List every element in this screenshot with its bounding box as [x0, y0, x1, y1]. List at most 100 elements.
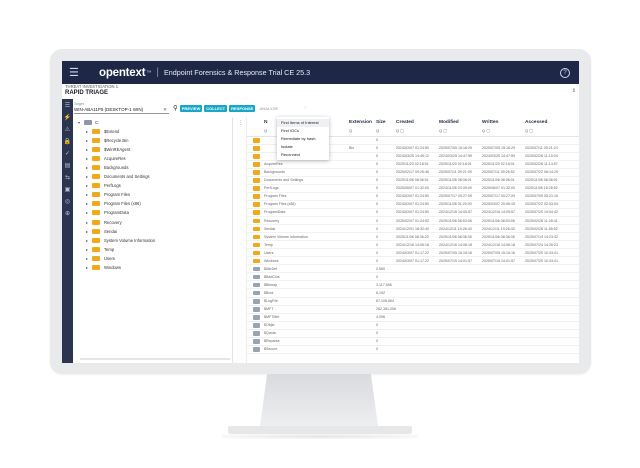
table-row[interactable]: $MFTMirr 4,096	[247, 314, 579, 322]
cell-written: 2025/06/07 01:32:00	[482, 186, 515, 191]
tree-root[interactable]: ▾ C:	[78, 118, 99, 126]
table-row[interactable]: Program Files 0 2024/03/07 01:24:50 2025/07…	[247, 193, 579, 201]
table-row[interactable]: $Secure 0	[247, 346, 579, 354]
collect-button[interactable]: COLLECT	[204, 104, 228, 112]
tree-item[interactable]: ▸ Backgrounds	[86, 163, 128, 171]
table-row[interactable]: Users 0 2024/03/07 01:17:22 2025/07/05 15:1…	[247, 250, 579, 258]
column-header-2[interactable]: Size	[376, 120, 386, 125]
table-row[interactable]: Backgrounds 0 2025/02/17 09:26:46 2025/07/1…	[247, 169, 579, 177]
menu-item[interactable]: Find IOCs	[277, 127, 329, 135]
tree-item[interactable]: ▸ Temp	[86, 245, 114, 253]
cell-modified: 2025/07/15 14:01:57	[439, 258, 472, 263]
table-row[interactable]: $Objid 0	[247, 322, 579, 330]
tree-item[interactable]: ▸ Users	[86, 254, 115, 262]
cell-created: 2025/06/07 01:32:00	[396, 186, 429, 191]
table-row[interactable]: $Boot 8,192	[247, 290, 579, 298]
column-header-6[interactable]: Accessed	[525, 120, 547, 125]
tree-item[interactable]: ▸ $WinREAgent	[86, 145, 130, 153]
tree-item[interactable]: ▸ AcquireRes	[86, 154, 126, 162]
folder-icon	[253, 242, 260, 248]
table-row[interactable]: $AttrDef 2,560	[247, 266, 579, 274]
tree-item[interactable]: ▸ Program Files (x86)	[86, 200, 141, 208]
cell-name: $Reparse	[264, 339, 280, 344]
table-row[interactable]: System Volume Information 0 2025/11/06 08:…	[247, 234, 579, 242]
column-filter-2[interactable]: Q	[376, 128, 379, 133]
table-row[interactable]: Temp 0 2024/12/16 14:06:18 2024/12/16 14:06…	[247, 242, 579, 250]
table-row[interactable]: Sendai 0 2024/12/01 18:32:40 2024/12/11 19:…	[247, 226, 579, 234]
table-row[interactable]: Program Files (x86) 0 2024/03/07 01:24:50 2…	[247, 201, 579, 209]
column-filter-4[interactable]: Q ▢	[439, 128, 447, 133]
clear-icon[interactable]: ✕	[163, 107, 167, 113]
table-row[interactable]: PerfLogs 0 2025/06/07 01:32:00 2024/11/06 0…	[247, 185, 579, 193]
target-select[interactable]: Target WIN-ABA11P5 (DESKTOP-1 WIN) ✕	[74, 102, 169, 114]
tree-item[interactable]: ▸ Program Files	[86, 191, 130, 199]
rail-icon[interactable]: ✓	[65, 151, 70, 158]
cell-name: $LogFile	[264, 299, 278, 303]
column-filter-0[interactable]: Q	[264, 128, 267, 133]
cell-written: 2025/07/17 00:27:09	[482, 194, 515, 199]
folder-icon	[253, 170, 260, 175]
tree-item-label: Program Files	[104, 192, 131, 198]
table-row[interactable]: $Quota 0	[247, 330, 579, 338]
cell-size: 0	[376, 210, 378, 215]
folder-icon	[253, 194, 260, 199]
table-row[interactable]: $BadClus 0	[247, 274, 579, 282]
table-row[interactable]: ProgramData 0 2024/03/07 01:24:50 2024/12/1…	[247, 209, 579, 218]
hamburger-menu-icon[interactable]: ☰	[69, 66, 87, 79]
column-header-5[interactable]: Written	[482, 120, 498, 125]
table-row[interactable]: $Bitmap 3,117,696	[247, 282, 579, 290]
rail-icon[interactable]: ▣	[65, 187, 71, 194]
help-icon[interactable]: ?	[560, 67, 570, 78]
column-header-4[interactable]: Modified	[439, 120, 459, 125]
column-filter-1[interactable]: Q	[349, 128, 352, 133]
table-row[interactable]: AcquireRes 0 2025/11/20 02:18:01 2025/11/20…	[247, 161, 579, 169]
table-row[interactable]: Recovery 0 2025/02/07 01:24:52 2025/11/06 0…	[247, 218, 579, 226]
preview-button[interactable]: PREVIEW	[179, 104, 203, 112]
tree-item[interactable]: ▸ PerfLogs	[86, 182, 121, 190]
tree-item[interactable]: ▸ $Extend	[86, 127, 119, 135]
menu-item[interactable]: Reconnect	[277, 150, 329, 158]
rail-icon[interactable]: ⚡	[64, 115, 71, 122]
rail-icon[interactable]: ⇆	[65, 175, 70, 182]
tree-item[interactable]: ▸ Recovery	[86, 218, 122, 226]
cell-written: 2025/11/06 08:36:01	[482, 178, 515, 183]
table-row[interactable]: Windows 0 2024/03/07 01:17:22 2025/07/15 14…	[247, 258, 579, 266]
column-header-1[interactable]: Extension	[349, 120, 372, 125]
rail-icon[interactable]: ⊕	[65, 211, 70, 218]
cell-created: 2025/11/06 08:36:01	[396, 178, 429, 183]
tree-item[interactable]: ▸ Sendai	[86, 227, 117, 235]
analyze-button[interactable]: ANALYZE	[257, 105, 280, 112]
tree-item[interactable]: ▸ $Recycle.Bin	[86, 136, 128, 144]
search-icon[interactable]: ⚲	[173, 104, 178, 112]
column-filter-5[interactable]: Q ▢	[482, 128, 490, 133]
column-filter-6[interactable]: Q ▢	[525, 128, 533, 133]
response-button[interactable]: RESPONSE	[229, 104, 256, 112]
rail-icon[interactable]: ☰	[65, 103, 70, 110]
cell-size: 0	[376, 331, 378, 336]
cell-size: 0	[376, 178, 378, 183]
tree-item[interactable]: ▸ Documents and Settings	[86, 173, 150, 181]
rail-icon[interactable]: 🔒	[64, 139, 71, 146]
rail-icon[interactable]: ⚠	[65, 127, 70, 134]
column-filter-3[interactable]: Q ▢	[396, 128, 404, 133]
rail-icon[interactable]: ▤	[65, 163, 71, 170]
column-header-0[interactable]: N	[264, 120, 267, 125]
tree-item[interactable]: ▸ ProgramData	[86, 209, 129, 217]
column-header-3[interactable]: Created	[396, 120, 414, 125]
menu-item[interactable]: Isolate	[277, 142, 329, 150]
cell-accessed: 2025/02/28 11:15:04	[525, 154, 558, 159]
tree-scrollbar[interactable]	[80, 358, 230, 360]
menu-item[interactable]: Find Items of Interest	[277, 119, 329, 127]
tree-item[interactable]: ▸ Windows	[86, 264, 121, 272]
expand-icon[interactable]: ⇕	[572, 88, 576, 94]
table-row[interactable]: $LogFile 67,108,864	[247, 298, 579, 306]
table-row[interactable]: $MFT 262,381,056	[247, 306, 579, 314]
tree-item[interactable]: ▸ System Volume Information	[86, 236, 155, 244]
menu-item[interactable]: Remediate by hash	[277, 135, 329, 143]
cell-name: $MFTMirr	[264, 315, 280, 320]
file-icon	[253, 274, 260, 280]
rail-icon[interactable]: ◎	[65, 199, 70, 206]
table-row[interactable]: Documents and Settings 0 2025/11/06 08:36:…	[247, 177, 579, 185]
more-options-icon[interactable]: ⋮	[238, 120, 243, 126]
table-row[interactable]: $Reparse 0	[247, 338, 579, 346]
